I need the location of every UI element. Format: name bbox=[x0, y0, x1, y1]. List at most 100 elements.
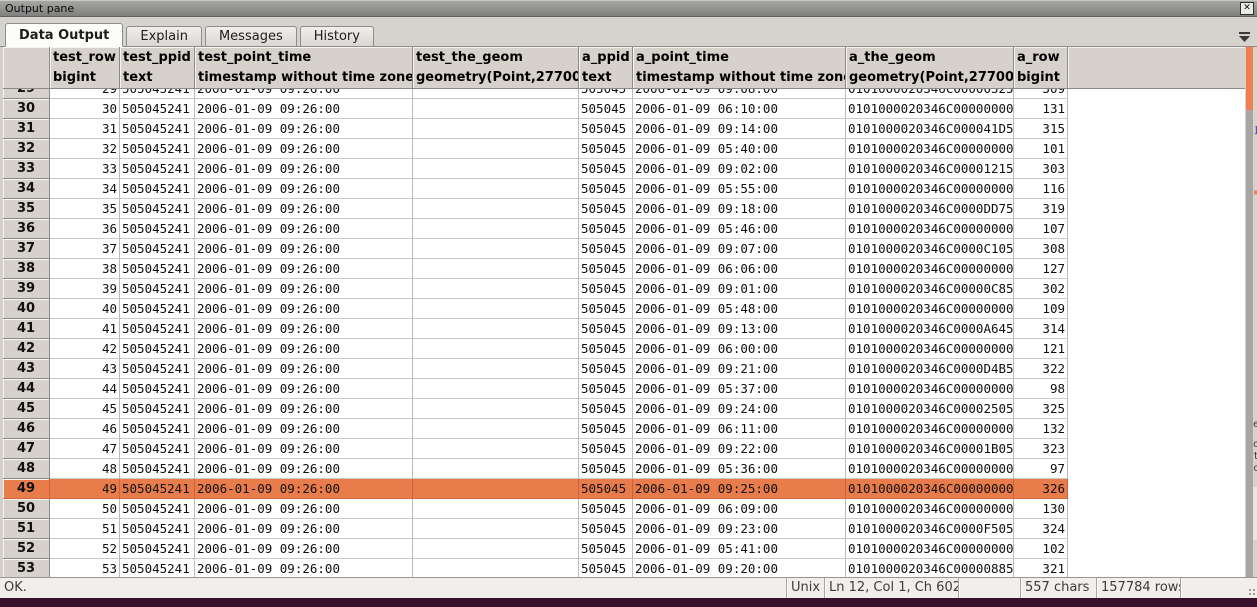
cell-test_ppid[interactable]: 505045241 bbox=[120, 89, 195, 99]
cell-test_the_geom[interactable] bbox=[413, 379, 579, 399]
cell-a_row[interactable]: 102 bbox=[1014, 539, 1068, 559]
row-label[interactable]: 53 bbox=[3, 559, 50, 577]
cell-a_ppid[interactable]: 505045 bbox=[579, 279, 633, 299]
column-header-test_ppid[interactable]: test_ppid text bbox=[120, 47, 195, 89]
cell-test_ppid[interactable]: 505045241 bbox=[120, 479, 195, 499]
cell-a_point_time[interactable]: 2006-01-09 09:23:00 bbox=[633, 519, 846, 539]
cell-test_row[interactable]: 35 bbox=[50, 199, 120, 219]
row-label[interactable]: 48 bbox=[3, 459, 50, 479]
cell-test_the_geom[interactable] bbox=[413, 439, 579, 459]
cell-test_point_time[interactable]: 2006-01-09 09:26:00 bbox=[195, 279, 413, 299]
cell-a_the_geom[interactable]: 0101000020346C0000000000 bbox=[846, 299, 1014, 319]
cell-test_the_geom[interactable] bbox=[413, 559, 579, 577]
cell-test_ppid[interactable]: 505045241 bbox=[120, 519, 195, 539]
cell-a_point_time[interactable]: 2006-01-09 06:11:00 bbox=[633, 419, 846, 439]
cell-test_row[interactable]: 30 bbox=[50, 99, 120, 119]
cell-test_ppid[interactable]: 505045241 bbox=[120, 119, 195, 139]
cell-a_the_geom[interactable]: 0101000020346C00000C85C0 bbox=[846, 279, 1014, 299]
row-label[interactable]: 43 bbox=[3, 359, 50, 379]
cell-test_row[interactable]: 49 bbox=[50, 479, 120, 499]
cell-a_ppid[interactable]: 505045 bbox=[579, 119, 633, 139]
cell-a_row[interactable]: 302 bbox=[1014, 279, 1068, 299]
cell-test_the_geom[interactable] bbox=[413, 479, 579, 499]
row-label[interactable]: 32 bbox=[3, 139, 50, 159]
cell-a_point_time[interactable]: 2006-01-09 09:18:00 bbox=[633, 199, 846, 219]
cell-a_ppid[interactable]: 505045 bbox=[579, 219, 633, 239]
cell-test_row[interactable]: 47 bbox=[50, 439, 120, 459]
cell-test_point_time[interactable]: 2006-01-09 09:26:00 bbox=[195, 319, 413, 339]
column-header-test_point_time[interactable]: test_point_time timestamp without time z… bbox=[195, 47, 413, 89]
cell-a_ppid[interactable]: 505045 bbox=[579, 99, 633, 119]
cell-test_ppid[interactable]: 505045241 bbox=[120, 299, 195, 319]
cell-test_ppid[interactable]: 505045241 bbox=[120, 139, 195, 159]
cell-a_the_geom[interactable]: 0101000020346C0000000000 bbox=[846, 499, 1014, 519]
cell-a_the_geom[interactable]: 0101000020346C0000000000 bbox=[846, 419, 1014, 439]
cell-a_row[interactable]: 97 bbox=[1014, 459, 1068, 479]
cell-a_row[interactable]: 315 bbox=[1014, 119, 1068, 139]
cell-test_ppid[interactable]: 505045241 bbox=[120, 239, 195, 259]
cell-a_row[interactable]: 131 bbox=[1014, 99, 1068, 119]
cell-test_point_time[interactable]: 2006-01-09 09:26:00 bbox=[195, 179, 413, 199]
column-header-a_the_geom[interactable]: a_the_geom geometry(Point,27700) bbox=[846, 47, 1014, 89]
cell-test_point_time[interactable]: 2006-01-09 09:26:00 bbox=[195, 299, 413, 319]
cell-test_row[interactable]: 36 bbox=[50, 219, 120, 239]
cell-a_the_geom[interactable]: 0101000020346C0000000000 bbox=[846, 459, 1014, 479]
row-label[interactable]: 33 bbox=[3, 159, 50, 179]
cell-a_ppid[interactable]: 505045 bbox=[579, 559, 633, 577]
cell-test_point_time[interactable]: 2006-01-09 09:26:00 bbox=[195, 519, 413, 539]
cell-test_ppid[interactable]: 505045241 bbox=[120, 159, 195, 179]
cell-test_the_geom[interactable] bbox=[413, 339, 579, 359]
cell-a_row[interactable]: 309 bbox=[1014, 89, 1068, 99]
column-header-a_row[interactable]: a_row bigint bbox=[1014, 47, 1068, 89]
cell-a_point_time[interactable]: 2006-01-09 05:48:00 bbox=[633, 299, 846, 319]
cell-test_row[interactable]: 50 bbox=[50, 499, 120, 519]
cell-test_ppid[interactable]: 505045241 bbox=[120, 359, 195, 379]
cell-a_point_time[interactable]: 2006-01-09 05:40:00 bbox=[633, 139, 846, 159]
cell-a_point_time[interactable]: 2006-01-09 09:22:00 bbox=[633, 439, 846, 459]
cell-a_point_time[interactable]: 2006-01-09 05:37:00 bbox=[633, 379, 846, 399]
cell-a_point_time[interactable]: 2006-01-09 06:09:00 bbox=[633, 499, 846, 519]
cell-test_ppid[interactable]: 505045241 bbox=[120, 319, 195, 339]
cell-a_row[interactable]: 101 bbox=[1014, 139, 1068, 159]
cell-test_the_geom[interactable] bbox=[413, 299, 579, 319]
cell-test_point_time[interactable]: 2006-01-09 09:26:00 bbox=[195, 99, 413, 119]
row-label[interactable]: 34 bbox=[3, 179, 50, 199]
row-label[interactable]: 41 bbox=[3, 319, 50, 339]
tab-messages[interactable]: Messages bbox=[205, 26, 297, 47]
cell-a_row[interactable]: 326 bbox=[1014, 479, 1068, 499]
cell-test_ppid[interactable]: 505045241 bbox=[120, 199, 195, 219]
cell-a_row[interactable]: 323 bbox=[1014, 439, 1068, 459]
cell-a_the_geom[interactable]: 0101000020346C0000D4B5C0 bbox=[846, 359, 1014, 379]
row-label[interactable]: 30 bbox=[3, 99, 50, 119]
row-label[interactable]: 44 bbox=[3, 379, 50, 399]
cell-a_ppid[interactable]: 505045 bbox=[579, 199, 633, 219]
cell-test_the_geom[interactable] bbox=[413, 359, 579, 379]
row-label[interactable]: 47 bbox=[3, 439, 50, 459]
cell-test_point_time[interactable]: 2006-01-09 09:26:00 bbox=[195, 459, 413, 479]
cell-test_row[interactable]: 48 bbox=[50, 459, 120, 479]
cell-test_the_geom[interactable] bbox=[413, 139, 579, 159]
cell-test_point_time[interactable]: 2006-01-09 09:26:00 bbox=[195, 159, 413, 179]
cell-a_the_geom[interactable]: 0101000020346C0000DD75C0 bbox=[846, 199, 1014, 219]
cell-a_ppid[interactable]: 505045 bbox=[579, 89, 633, 99]
cell-test_row[interactable]: 39 bbox=[50, 279, 120, 299]
cell-a_row[interactable]: 127 bbox=[1014, 259, 1068, 279]
cell-a_ppid[interactable]: 505045 bbox=[579, 139, 633, 159]
cell-a_point_time[interactable]: 2006-01-09 06:06:00 bbox=[633, 259, 846, 279]
cell-a_the_geom[interactable]: 0101000020346C00002505C0 bbox=[846, 399, 1014, 419]
row-label[interactable]: 51 bbox=[3, 519, 50, 539]
cell-test_the_geom[interactable] bbox=[413, 539, 579, 559]
cell-test_row[interactable]: 51 bbox=[50, 519, 120, 539]
cell-test_row[interactable]: 33 bbox=[50, 159, 120, 179]
cell-test_row[interactable]: 34 bbox=[50, 179, 120, 199]
row-label[interactable]: 36 bbox=[3, 219, 50, 239]
cell-a_point_time[interactable]: 2006-01-09 09:24:00 bbox=[633, 399, 846, 419]
cell-test_ppid[interactable]: 505045241 bbox=[120, 499, 195, 519]
cell-a_the_geom[interactable]: 0101000020346C0000000000 bbox=[846, 379, 1014, 399]
cell-test_row[interactable]: 45 bbox=[50, 399, 120, 419]
row-label[interactable]: 49 bbox=[3, 479, 50, 499]
cell-a_the_geom[interactable]: 0101000020346C00000885C0 bbox=[846, 559, 1014, 577]
cell-a_row[interactable]: 116 bbox=[1014, 179, 1068, 199]
cell-test_row[interactable]: 41 bbox=[50, 319, 120, 339]
row-label[interactable]: 31 bbox=[3, 119, 50, 139]
